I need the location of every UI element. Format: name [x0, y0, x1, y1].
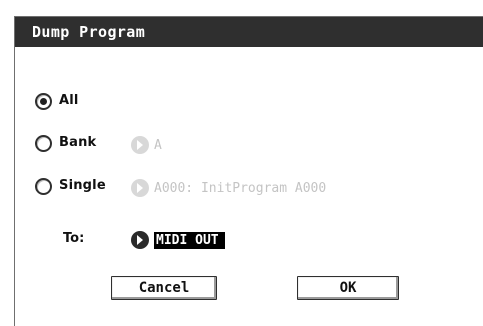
chevron-right-icon — [131, 231, 149, 249]
dialog-title: Dump Program — [32, 23, 146, 41]
to-label: To: — [63, 231, 85, 246]
bank-selector[interactable]: A — [131, 135, 162, 155]
ok-button[interactable]: OK — [297, 276, 399, 300]
to-selector[interactable]: MIDI OUT — [131, 230, 225, 250]
dump-program-dialog: Dump Program All Bank A Single A000: Ini… — [14, 16, 483, 326]
chevron-right-icon — [131, 136, 149, 154]
radio-single[interactable] — [35, 178, 52, 195]
ok-button-label: OK — [339, 280, 357, 296]
option-single-label: Single — [59, 178, 106, 193]
bank-value: A — [154, 137, 162, 153]
chevron-right-icon — [131, 179, 149, 197]
option-bank-label: Bank — [59, 135, 97, 150]
dialog-titlebar: Dump Program — [15, 17, 483, 47]
to-value: MIDI OUT — [154, 231, 225, 249]
cancel-button-label: Cancel — [138, 280, 190, 296]
radio-bank[interactable] — [35, 135, 52, 152]
cancel-button[interactable]: Cancel — [111, 276, 217, 300]
option-all-label: All — [59, 93, 79, 108]
radio-all[interactable] — [35, 93, 52, 110]
single-value: A000: InitProgram A000 — [154, 180, 327, 196]
single-selector[interactable]: A000: InitProgram A000 — [131, 178, 326, 198]
